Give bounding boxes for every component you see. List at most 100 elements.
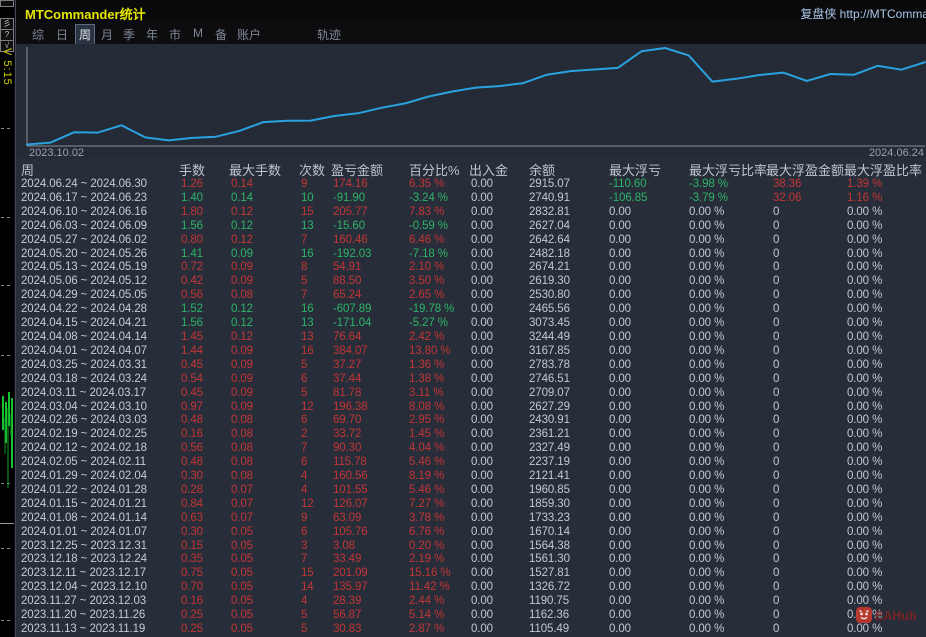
cell-max_float_loss_pct: 0.00 %	[689, 484, 724, 498]
menu-item-4[interactable]: 季	[120, 25, 138, 44]
menu-item-2[interactable]: 周	[75, 24, 95, 45]
table-row[interactable]: 2024.02.26 ~ 2024.03.030.480.08669.702.9…	[16, 414, 926, 428]
cell-pct: 0.20 %	[409, 540, 444, 554]
cell-balance: 3167.85	[529, 345, 570, 359]
cell-max_float_profit: 0	[773, 373, 779, 387]
table-row[interactable]: 2024.06.24 ~ 2024.06.301.260.149174.166.…	[16, 178, 926, 192]
column-header-times[interactable]: 次数	[299, 160, 325, 179]
cell-max_float_profit: 0	[773, 234, 779, 248]
table-row[interactable]: 2023.12.04 ~ 2023.12.100.700.0514135.971…	[16, 581, 926, 595]
menu-item-3[interactable]: 月	[98, 25, 116, 44]
menu-item-7[interactable]: M	[190, 25, 206, 41]
cell-times: 5	[301, 623, 307, 637]
table-row[interactable]: 2023.12.18 ~ 2023.12.240.350.05733.492.1…	[16, 553, 926, 567]
cell-balance: 2430.91	[529, 414, 570, 428]
column-header-period[interactable]: 周	[21, 160, 34, 179]
column-header-pnl[interactable]: 盈亏金额	[331, 160, 383, 179]
table-row[interactable]: 2024.02.05 ~ 2024.02.110.480.086115.785.…	[16, 456, 926, 470]
table-row[interactable]: 2024.05.20 ~ 2024.05.261.410.0916-192.03…	[16, 248, 926, 262]
menu-item-9[interactable]: 账户	[234, 25, 264, 44]
menu-item-6[interactable]: 市	[166, 25, 184, 44]
cell-period: 2024.05.13 ~ 2024.05.19	[21, 261, 147, 275]
table-row[interactable]: 2024.05.06 ~ 2024.05.120.420.09588.503.5…	[16, 275, 926, 289]
cell-pct: 5.46 %	[409, 456, 444, 470]
cell-balance: 2465.56	[529, 303, 570, 317]
table-row[interactable]: 2024.03.11 ~ 2024.03.170.450.09581.783.1…	[16, 387, 926, 401]
cell-max_float_loss_pct: 0.00 %	[689, 456, 724, 470]
column-header-pct[interactable]: 百分比%	[409, 160, 460, 179]
cell-pct: 2.10 %	[409, 261, 444, 275]
cell-times: 14	[301, 581, 314, 595]
column-header-max_lots[interactable]: 最大手数	[229, 160, 281, 179]
cell-pnl: 63.09	[333, 512, 361, 526]
column-header-max_float_loss_pct[interactable]: 最大浮亏比率	[689, 160, 767, 179]
menu-item-10[interactable]: 轨迹	[314, 25, 344, 44]
table-row[interactable]: 2024.03.04 ~ 2024.03.100.970.0912196.388…	[16, 401, 926, 415]
menu-item-8[interactable]: 备	[212, 25, 230, 44]
cell-max_lots: 0.05	[231, 553, 253, 567]
cell-balance: 2783.78	[529, 359, 570, 373]
equity-chart: 2023.10.02 2024.06.24	[16, 44, 926, 158]
cell-max_lots: 0.09	[231, 401, 253, 415]
brand-link[interactable]: 复盘侠 http://MTComma	[800, 5, 926, 22]
table-row[interactable]: 2024.02.19 ~ 2024.02.250.160.08233.721.4…	[16, 428, 926, 442]
cell-max_float_profit_pct: 1.39 %	[847, 178, 882, 192]
column-header-max_float_profit_pct[interactable]: 最大浮盈比率	[844, 160, 922, 179]
table-row[interactable]: 2024.01.15 ~ 2024.01.210.840.0712126.077…	[16, 498, 926, 512]
table-row[interactable]: 2024.01.01 ~ 2024.01.070.300.056105.766.…	[16, 526, 926, 540]
cell-max_float_loss: 0.00	[609, 553, 631, 567]
table-body: 2024.06.24 ~ 2024.06.301.260.149174.166.…	[16, 178, 926, 637]
cell-pct: -7.18 %	[409, 248, 448, 262]
cell-times: 6	[301, 373, 307, 387]
table-row[interactable]: 2024.06.03 ~ 2024.06.091.560.1213-15.60-…	[16, 220, 926, 234]
table-row[interactable]: 2024.06.17 ~ 2024.06.231.400.1410-91.90-…	[16, 192, 926, 206]
column-header-lots[interactable]: 手数	[179, 160, 205, 179]
table-row[interactable]: 2024.04.01 ~ 2024.04.071.440.0916384.071…	[16, 345, 926, 359]
cell-pct: -0.59 %	[409, 220, 448, 234]
table-row[interactable]: 2024.01.22 ~ 2024.01.280.280.074101.555.…	[16, 484, 926, 498]
table-row[interactable]: 2024.04.29 ~ 2024.05.050.560.08765.242.6…	[16, 289, 926, 303]
cell-in_out: 0.00	[471, 581, 493, 595]
table-row[interactable]: 2023.12.25 ~ 2023.12.310.150.0533.080.20…	[16, 540, 926, 554]
table-row[interactable]: 2023.11.27 ~ 2023.12.030.160.05428.392.4…	[16, 595, 926, 609]
table-row[interactable]: 2024.05.27 ~ 2024.06.020.800.127160.466.…	[16, 234, 926, 248]
table-row[interactable]: 2023.12.11 ~ 2023.12.170.750.0515201.091…	[16, 567, 926, 581]
table-row[interactable]: 2024.04.22 ~ 2024.04.281.520.1216-607.89…	[16, 303, 926, 317]
table-row[interactable]: 2024.03.25 ~ 2024.03.310.450.09537.271.3…	[16, 359, 926, 373]
menu-item-0[interactable]: 综	[29, 25, 47, 44]
cell-pct: 2.44 %	[409, 595, 444, 609]
table-row[interactable]: 2023.11.13 ~ 2023.11.190.250.05530.832.8…	[16, 623, 926, 637]
menu-item-1[interactable]: 日	[53, 25, 71, 44]
table-row[interactable]: 2024.06.10 ~ 2024.06.161.800.1215205.777…	[16, 206, 926, 220]
cell-period: 2024.03.11 ~ 2024.03.17	[21, 387, 146, 401]
cell-period: 2024.06.17 ~ 2024.06.23	[21, 192, 147, 206]
cell-max_float_loss: 0.00	[609, 540, 631, 554]
column-header-in_out[interactable]: 出入金	[469, 160, 508, 179]
cell-pnl: 384.07	[333, 345, 368, 359]
window-fragment-icon[interactable]	[0, 0, 14, 7]
table-row[interactable]: 2023.11.20 ~ 2023.11.260.250.05556.875.1…	[16, 609, 926, 623]
stats-table: 周 手数 最大手数次数盈亏金额 百分比% 出入金 余额 最大浮亏 最大浮亏比率最大浮盈金额最大…	[16, 158, 926, 637]
cell-max_lots: 0.09	[231, 345, 253, 359]
menu-item-5[interactable]: 年	[143, 25, 161, 44]
cell-max_float_loss_pct: -3.98 %	[689, 178, 728, 192]
table-row[interactable]: 2024.01.29 ~ 2024.02.040.300.084160.568.…	[16, 470, 926, 484]
x-axis-end-label: 2024.06.24	[869, 147, 924, 158]
cell-max_float_profit: 0	[773, 220, 779, 234]
cell-max_float_profit_pct: 0.00 %	[847, 540, 882, 554]
table-row[interactable]: 2024.05.13 ~ 2024.05.190.720.09854.912.1…	[16, 261, 926, 275]
table-row[interactable]: 2024.03.18 ~ 2024.03.240.540.09637.441.3…	[16, 373, 926, 387]
cell-lots: 0.42	[181, 275, 203, 289]
table-row[interactable]: 2024.02.12 ~ 2024.02.180.560.08790.304.0…	[16, 442, 926, 456]
cell-pnl: 205.77	[333, 206, 368, 220]
table-row[interactable]: 2024.01.08 ~ 2024.01.140.630.07963.093.7…	[16, 512, 926, 526]
column-header-max_float_profit[interactable]: 最大浮盈金额	[766, 160, 844, 179]
cell-period: 2024.04.01 ~ 2024.04.07	[21, 345, 147, 359]
table-row[interactable]: 2024.04.15 ~ 2024.04.211.560.1213-171.04…	[16, 317, 926, 331]
column-header-max_float_loss[interactable]: 最大浮亏	[609, 160, 661, 179]
cell-lots: 0.25	[181, 623, 203, 637]
table-row[interactable]: 2024.04.08 ~ 2024.04.141.450.121376.642.…	[16, 331, 926, 345]
cell-max_float_profit: 0	[773, 609, 779, 623]
column-header-balance[interactable]: 余额	[529, 160, 555, 179]
cell-balance: 2530.80	[529, 289, 570, 303]
